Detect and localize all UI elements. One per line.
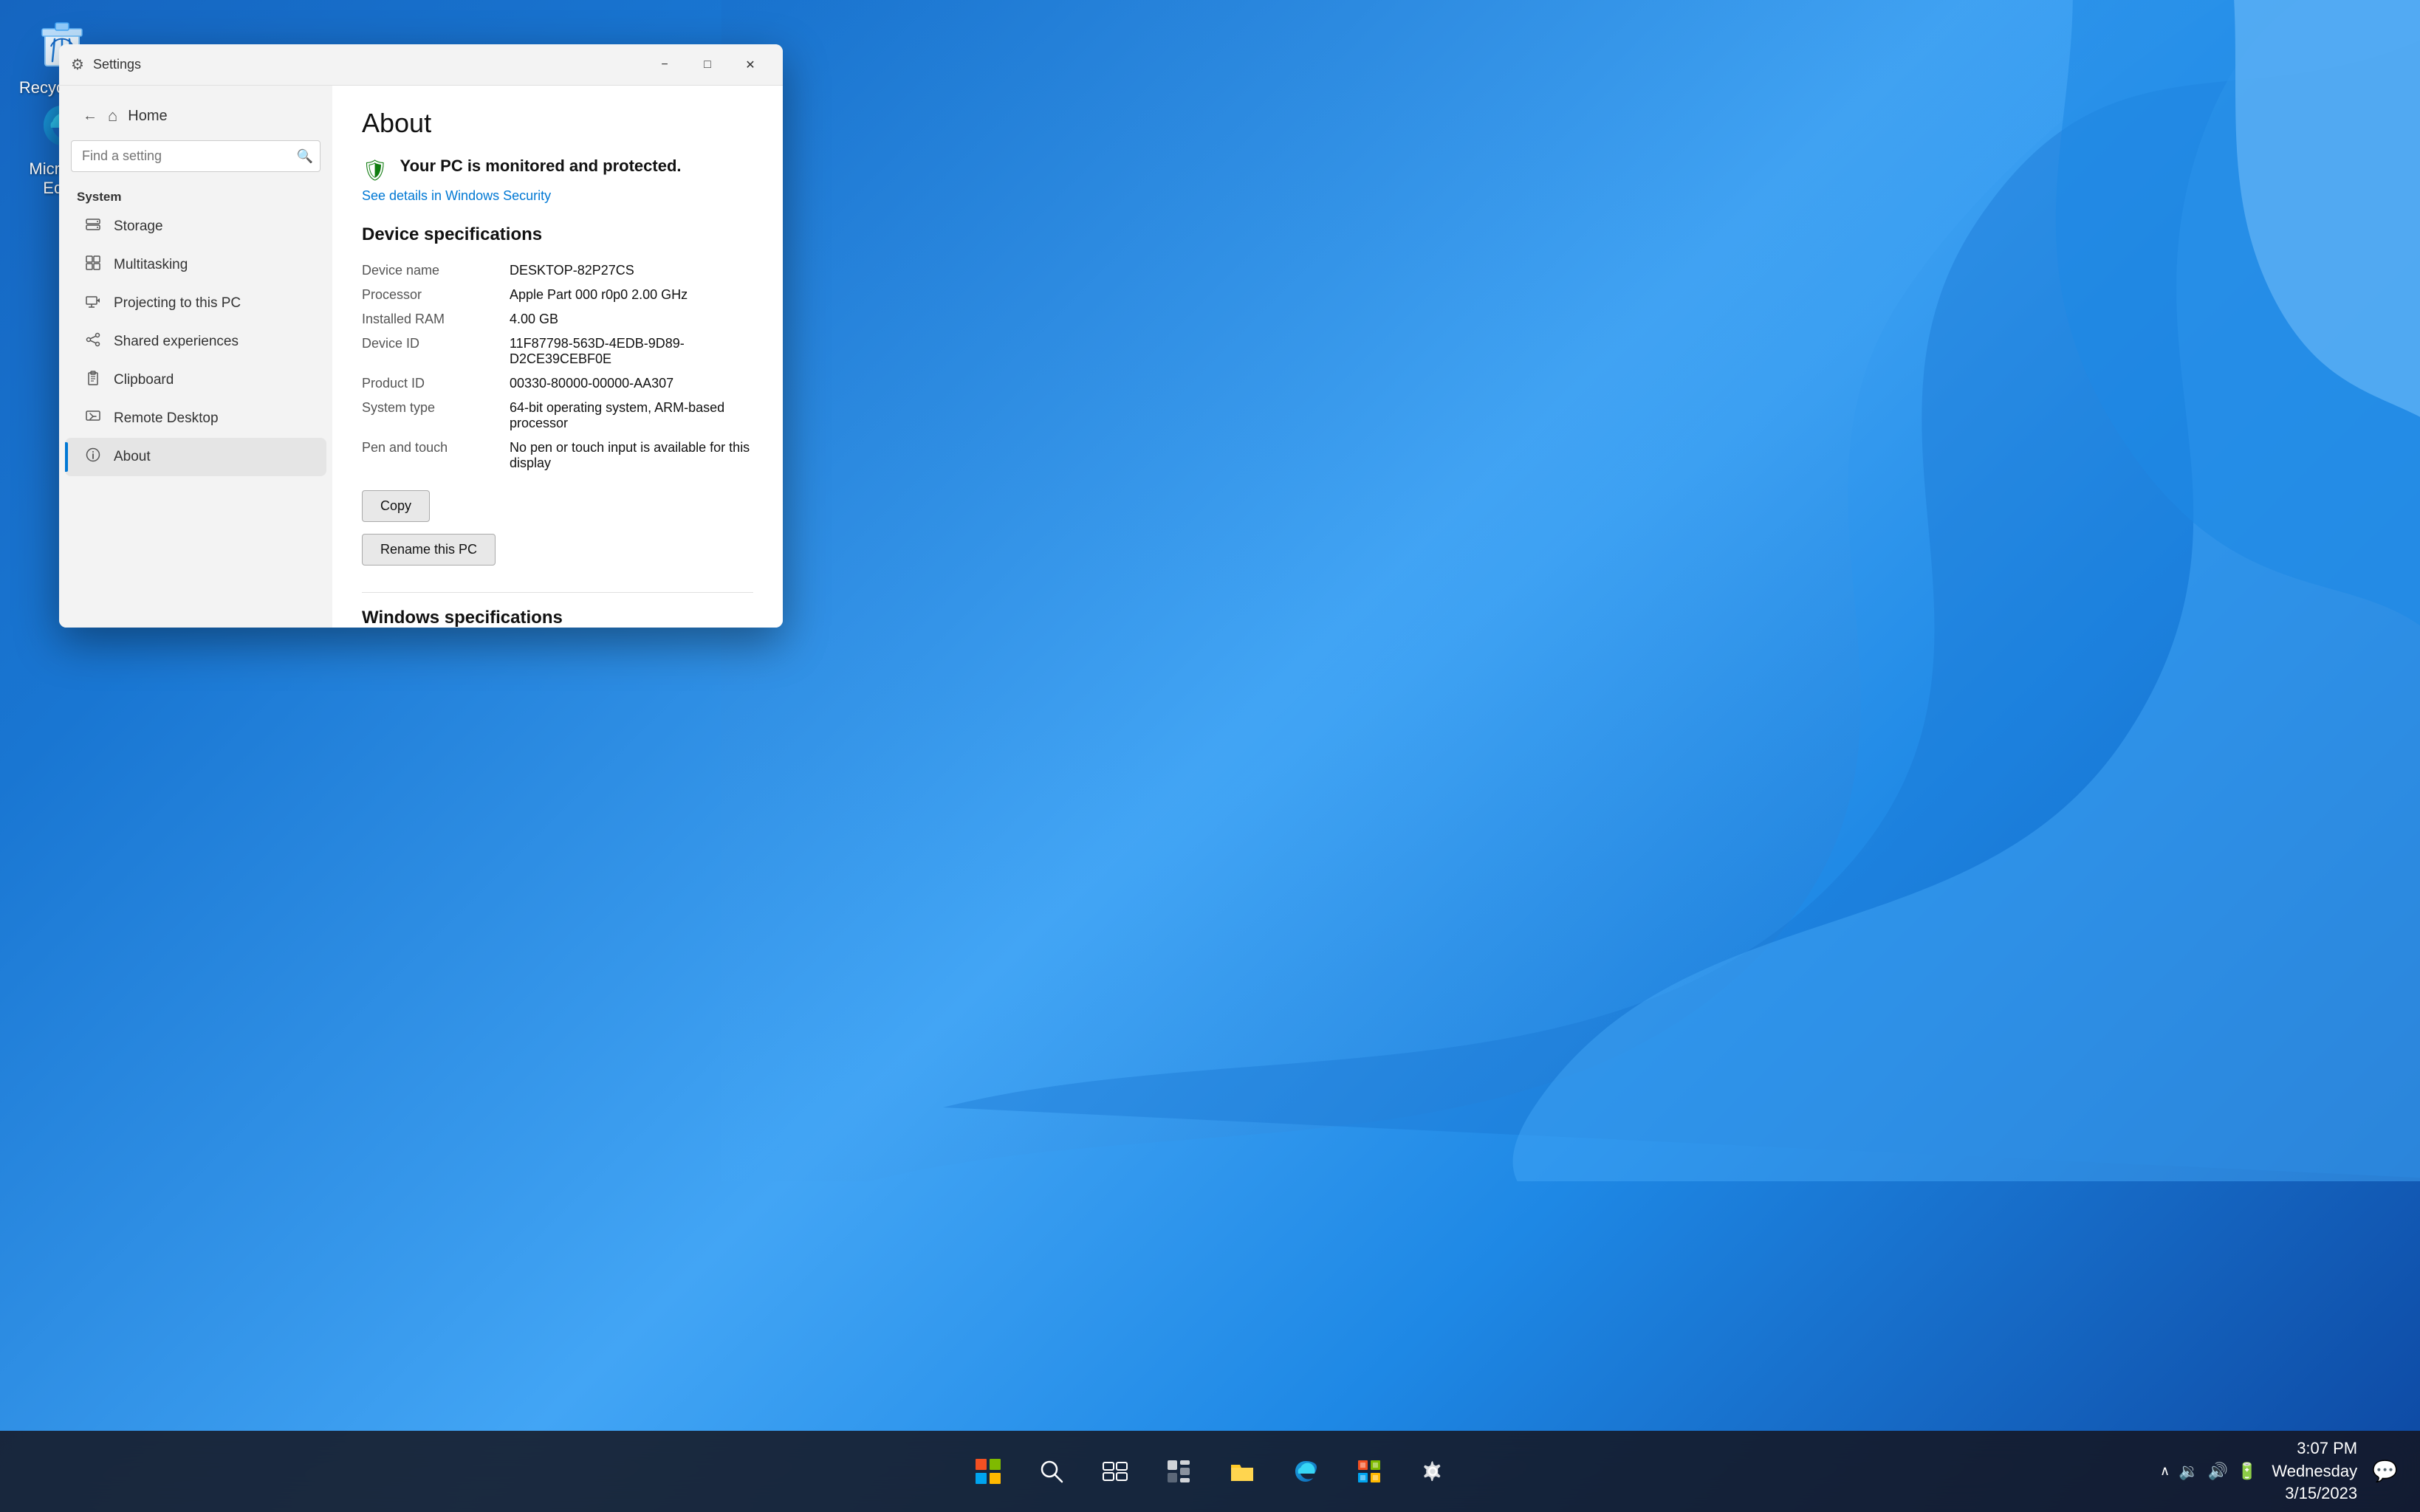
search-icon[interactable]: 🔍 (297, 148, 313, 164)
settings-window: ⚙ Settings − □ ✕ ← ⌂ Home 🔍 System (59, 44, 783, 628)
start-button[interactable] (962, 1446, 1014, 1497)
page-title: About (362, 108, 753, 139)
window-body: ← ⌂ Home 🔍 System (59, 86, 783, 628)
clock-time: 3:07 PM (2272, 1437, 2357, 1460)
spec-label-system-type: System type (362, 396, 510, 436)
title-bar: ⚙ Settings − □ ✕ (59, 44, 783, 86)
copy-button[interactable]: Copy (362, 490, 430, 522)
shared-experiences-icon (83, 331, 103, 352)
clock-full-date: 3/15/2023 (2272, 1482, 2357, 1505)
shared-experiences-label: Shared experiences (114, 334, 239, 350)
device-specs-table: Device name DESKTOP-82P27CS Processor Ap… (362, 258, 753, 475)
spec-row-device-name: Device name DESKTOP-82P27CS (362, 258, 753, 283)
spec-value-device-name: DESKTOP-82P27CS (510, 258, 753, 283)
rename-button-wrapper: Rename this PC (362, 534, 753, 577)
spec-label-product-id: Product ID (362, 371, 510, 396)
spec-label-ram: Installed RAM (362, 307, 510, 331)
home-button[interactable]: ← ⌂ Home (65, 97, 326, 134)
maximize-button[interactable]: □ (687, 50, 728, 80)
title-bar-left: ⚙ Settings (71, 55, 141, 74)
sidebar-item-clipboard[interactable]: Clipboard (65, 361, 326, 399)
task-view-button[interactable] (1089, 1446, 1141, 1497)
action-buttons: Copy (362, 490, 753, 534)
file-explorer-button[interactable] (1216, 1446, 1268, 1497)
taskbar-search-button[interactable] (1026, 1446, 1077, 1497)
rename-button[interactable]: Rename this PC (362, 534, 496, 566)
spec-row-processor: Processor Apple Part 000 r0p0 2.00 GHz (362, 283, 753, 307)
home-label: Home (128, 108, 167, 125)
remote-desktop-icon (83, 408, 103, 429)
tray-chevron-icon[interactable]: ∧ (2160, 1463, 2170, 1479)
spec-row-ram: Installed RAM 4.00 GB (362, 307, 753, 331)
storage-label: Storage (114, 219, 163, 235)
shield-icon: 🛡 (362, 158, 388, 182)
volume-icon[interactable]: 🔊 (2208, 1462, 2228, 1481)
notification-center-icon[interactable]: 💬 (2372, 1459, 2398, 1483)
spec-row-device-id: Device ID 11F87798-563D-4EDB-9D89-D2CE39… (362, 331, 753, 371)
spec-value-ram: 4.00 GB (510, 307, 753, 331)
projecting-icon (83, 293, 103, 314)
spec-value-product-id: 00330-80000-00000-AA307 (510, 371, 753, 396)
taskbar-right: ∧ 🔉 🔊 🔋 3:07 PM Wednesday 3/15/2023 💬 (2160, 1437, 2398, 1505)
sidebar-item-multitasking[interactable]: Multitasking (65, 246, 326, 284)
sidebar-item-shared-experiences[interactable]: Shared experiences (65, 323, 326, 361)
home-icon: ⌂ (108, 106, 117, 126)
security-link[interactable]: See details in Windows Security (362, 188, 753, 204)
main-content: About 🛡 Your PC is monitored and protect… (332, 86, 783, 628)
protected-banner: 🛡 Your PC is monitored and protected. (362, 157, 753, 182)
taskbar: ∧ 🔉 🔊 🔋 3:07 PM Wednesday 3/15/2023 💬 (0, 1431, 2420, 1512)
spec-label-device-id: Device ID (362, 331, 510, 371)
wave-decoration (721, 0, 2420, 1181)
system-section-label: System (59, 184, 332, 207)
clipboard-label: Clipboard (114, 372, 174, 388)
widgets-button[interactable] (1153, 1446, 1204, 1497)
back-icon: ← (83, 108, 97, 125)
sidebar-item-storage[interactable]: Storage (65, 207, 326, 246)
spec-label-device-name: Device name (362, 258, 510, 283)
sidebar-item-remote-desktop[interactable]: Remote Desktop (65, 399, 326, 438)
multitasking-icon (83, 255, 103, 275)
settings-gear-icon: ⚙ (71, 55, 84, 74)
spec-label-pen-touch: Pen and touch (362, 436, 510, 475)
projecting-label: Projecting to this PC (114, 295, 241, 312)
clipboard-icon (83, 370, 103, 391)
device-specs-heading: Device specifications (362, 224, 753, 245)
spec-value-system-type: 64-bit operating system, ARM-based proce… (510, 396, 753, 436)
minimize-button[interactable]: − (644, 50, 685, 80)
spec-row-product-id: Product ID 00330-80000-00000-AA307 (362, 371, 753, 396)
system-tray: ∧ 🔉 🔊 🔋 (2160, 1462, 2257, 1481)
window-title: Settings (93, 57, 141, 72)
spec-value-device-id: 11F87798-563D-4EDB-9D89-D2CE39CEBF0E (510, 331, 753, 371)
taskbar-settings-button[interactable] (1407, 1446, 1458, 1497)
close-button[interactable]: ✕ (730, 50, 771, 80)
spec-label-processor: Processor (362, 283, 510, 307)
divider (362, 592, 753, 593)
windows-specs-heading: Windows specifications (362, 608, 753, 628)
sidebar-item-about[interactable]: About (65, 438, 326, 476)
search-input[interactable] (71, 140, 321, 172)
taskbar-edge-button[interactable] (1280, 1446, 1331, 1497)
network-icon[interactable]: 🔉 (2179, 1462, 2198, 1481)
taskbar-center (962, 1446, 1458, 1497)
clock-date: Wednesday (2272, 1460, 2357, 1483)
battery-icon[interactable]: 🔋 (2237, 1462, 2257, 1481)
sidebar: ← ⌂ Home 🔍 System (59, 86, 332, 628)
search-box: 🔍 (71, 140, 321, 172)
title-bar-controls: − □ ✕ (644, 50, 771, 80)
spec-value-pen-touch: No pen or touch input is available for t… (510, 436, 753, 475)
clock-display[interactable]: 3:07 PM Wednesday 3/15/2023 (2272, 1437, 2357, 1505)
spec-row-pen-touch: Pen and touch No pen or touch input is a… (362, 436, 753, 475)
spec-row-system-type: System type 64-bit operating system, ARM… (362, 396, 753, 436)
remote-desktop-label: Remote Desktop (114, 410, 219, 427)
spec-value-processor: Apple Part 000 r0p0 2.00 GHz (510, 283, 753, 307)
about-label: About (114, 449, 151, 465)
storage-icon (83, 216, 103, 237)
about-icon (83, 447, 103, 467)
multitasking-label: Multitasking (114, 257, 188, 273)
sidebar-item-projecting[interactable]: Projecting to this PC (65, 284, 326, 323)
protected-text: Your PC is monitored and protected. (400, 157, 682, 176)
store-button[interactable] (1343, 1446, 1395, 1497)
